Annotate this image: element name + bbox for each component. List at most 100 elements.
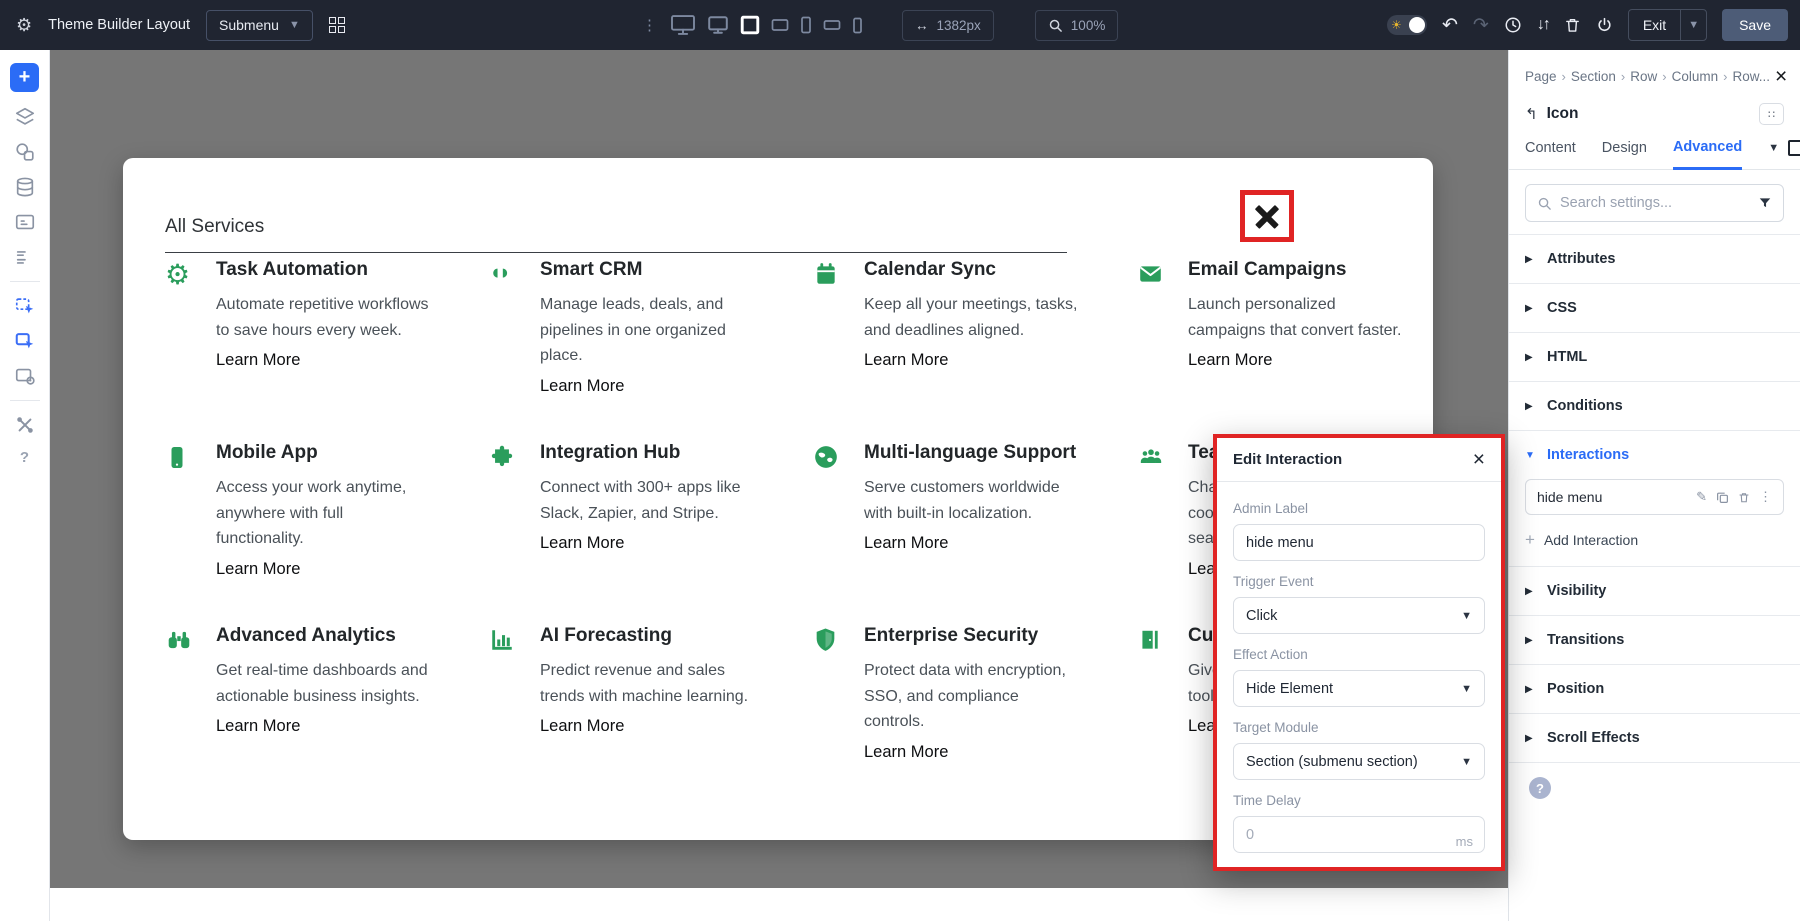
edit-interaction-modal: Edit Interaction × Admin Label Trigger E…	[1213, 434, 1505, 871]
builder-settings-gear-icon[interactable]: ⚙	[16, 15, 32, 36]
brain-icon: ◖◗	[489, 261, 519, 285]
menu-close-button[interactable]	[1240, 190, 1294, 242]
section-conditions[interactable]: ▶ Conditions	[1509, 381, 1800, 430]
layout-select[interactable]: Submenu ▼	[206, 10, 313, 41]
section-html[interactable]: ▶ HTML	[1509, 332, 1800, 381]
delete-trash-icon[interactable]	[1738, 491, 1750, 504]
settings-search-input[interactable]	[1560, 195, 1750, 211]
edit-pencil-icon[interactable]: ✎	[1696, 489, 1707, 505]
service-item: ◖◗ Smart CRM Manage leads, deals, and pi…	[489, 258, 813, 396]
duplicate-icon[interactable]	[1716, 491, 1729, 504]
learn-more-link[interactable]: Lea	[1188, 717, 1216, 736]
kebab-menu-icon[interactable]: ⋮	[1759, 489, 1772, 505]
learn-more-link[interactable]: Learn More	[216, 717, 300, 736]
learn-more-link[interactable]: Learn More	[864, 743, 948, 762]
learn-more-link[interactable]: Learn More	[540, 534, 624, 553]
effect-action-select[interactable]: Hide Element ▼	[1233, 670, 1485, 707]
section-attributes[interactable]: ▶ Attributes	[1509, 234, 1800, 283]
time-delay-input[interactable]	[1233, 816, 1485, 853]
database-icon[interactable]	[12, 174, 38, 200]
exit-button[interactable]: Exit	[1629, 10, 1680, 40]
effect-action-value: Hide Element	[1246, 681, 1333, 697]
power-icon[interactable]	[1596, 16, 1613, 34]
service-title: Multi-language Support	[864, 441, 1092, 464]
template-panel-icon[interactable]	[12, 209, 38, 235]
plus-icon: +	[1525, 530, 1535, 550]
sort-arrows-icon[interactable]: ↓↑	[1537, 16, 1549, 34]
section-visibility[interactable]: ▶ Visibility	[1509, 566, 1800, 615]
admin-label-input[interactable]	[1233, 524, 1485, 561]
module-settings-icon[interactable]	[12, 363, 38, 389]
design-shapes-icon[interactable]	[12, 139, 38, 165]
device-tablet-active-icon[interactable]	[740, 15, 760, 35]
canvas-width-control[interactable]: ↔ 1382px	[902, 10, 994, 41]
tools-icon[interactable]	[12, 412, 38, 438]
select-module-icon[interactable]	[12, 293, 38, 319]
section-css[interactable]: ▶ CSS	[1509, 283, 1800, 332]
section-interactions[interactable]: ▼ Interactions	[1509, 430, 1800, 479]
device-phone-small-icon[interactable]	[852, 17, 863, 34]
select-module-active-icon[interactable]	[12, 328, 38, 354]
section-scroll-effects[interactable]: ▶ Scroll Effects	[1509, 713, 1800, 762]
panel-dock-icon[interactable]: ∷	[1759, 103, 1784, 125]
close-x-icon	[1254, 203, 1280, 229]
trash-icon[interactable]	[1564, 16, 1581, 34]
breadcrumb-row[interactable]: Row	[1630, 69, 1657, 84]
breadcrumb-column[interactable]: Column	[1672, 69, 1719, 84]
undo-icon[interactable]: ↶	[1442, 14, 1458, 37]
tab-content[interactable]: Content	[1525, 140, 1576, 168]
layers-icon[interactable]	[12, 104, 38, 130]
panel-close-icon[interactable]: ×	[1775, 66, 1787, 87]
breadcrumb-page[interactable]: Page	[1525, 69, 1557, 84]
learn-more-link[interactable]: Learn More	[1188, 351, 1272, 370]
device-tablet-landscape-icon[interactable]	[771, 18, 789, 32]
tabs-chevron-down-icon[interactable]: ▼	[1768, 142, 1779, 154]
history-clock-icon[interactable]	[1504, 16, 1522, 34]
tab-advanced[interactable]: Advanced	[1673, 139, 1742, 170]
exit-options-caret[interactable]: ▼	[1680, 10, 1706, 40]
save-button[interactable]: Save	[1722, 9, 1788, 41]
drag-handle-icon[interactable]: ⋮	[642, 16, 657, 34]
learn-more-link[interactable]: Learn More	[540, 717, 624, 736]
canvas-width-value: 1382px	[937, 18, 981, 33]
filter-funnel-icon[interactable]	[1758, 196, 1772, 210]
learn-more-link[interactable]: Learn More	[540, 377, 624, 396]
learn-more-link[interactable]: Learn More	[864, 534, 948, 553]
preview-frame-icon[interactable]	[1788, 140, 1800, 156]
zoom-magnifier-icon	[1048, 18, 1063, 33]
breadcrumb-section[interactable]: Section	[1571, 69, 1616, 84]
device-desktop-icon[interactable]	[707, 15, 729, 35]
rows-list-icon[interactable]	[12, 244, 38, 270]
canvas-zoom-control[interactable]: 100%	[1035, 10, 1119, 41]
chevron-down-icon: ▼	[1461, 756, 1472, 768]
layouts-grid-icon[interactable]	[329, 17, 346, 34]
sidebar-help-icon[interactable]: ?	[20, 449, 29, 466]
theme-mode-toggle[interactable]: ☀	[1387, 15, 1427, 35]
learn-more-link[interactable]: Lea	[1188, 560, 1216, 579]
envelope-icon	[1137, 261, 1167, 287]
panel-help-icon[interactable]: ?	[1529, 777, 1551, 799]
tab-design[interactable]: Design	[1602, 140, 1647, 168]
target-module-select[interactable]: Section (submenu section) ▼	[1233, 743, 1485, 780]
trigger-event-select[interactable]: Click ▼	[1233, 597, 1485, 634]
section-transitions[interactable]: ▶ Transitions	[1509, 615, 1800, 664]
learn-more-link[interactable]: Learn More	[864, 351, 948, 370]
learn-more-link[interactable]: Learn More	[216, 351, 300, 370]
device-phone-landscape-icon[interactable]	[823, 19, 841, 31]
service-title: Task Automation	[216, 258, 444, 281]
learn-more-link[interactable]: Learn More	[216, 560, 300, 579]
builder-left-sidebar: + ?	[0, 50, 50, 921]
device-desktop-large-icon[interactable]	[670, 14, 696, 36]
device-phone-icon[interactable]	[800, 16, 812, 34]
interaction-item[interactable]: hide menu ✎ ⋮	[1525, 479, 1784, 515]
puzzle-icon	[489, 444, 519, 470]
add-element-button[interactable]: +	[10, 63, 39, 92]
service-title: Smart CRM	[540, 258, 768, 281]
section-position[interactable]: ▶ Position	[1509, 664, 1800, 713]
breadcrumb-row-truncated[interactable]: Row...	[1732, 69, 1770, 84]
modal-close-icon[interactable]: ×	[1473, 449, 1485, 470]
back-arrow-icon[interactable]: ↰	[1525, 105, 1538, 123]
settings-tabs: Content Design Advanced ▼	[1509, 125, 1800, 170]
add-interaction-button[interactable]: + Add Interaction	[1525, 530, 1784, 550]
redo-icon[interactable]: ↷	[1473, 14, 1489, 37]
